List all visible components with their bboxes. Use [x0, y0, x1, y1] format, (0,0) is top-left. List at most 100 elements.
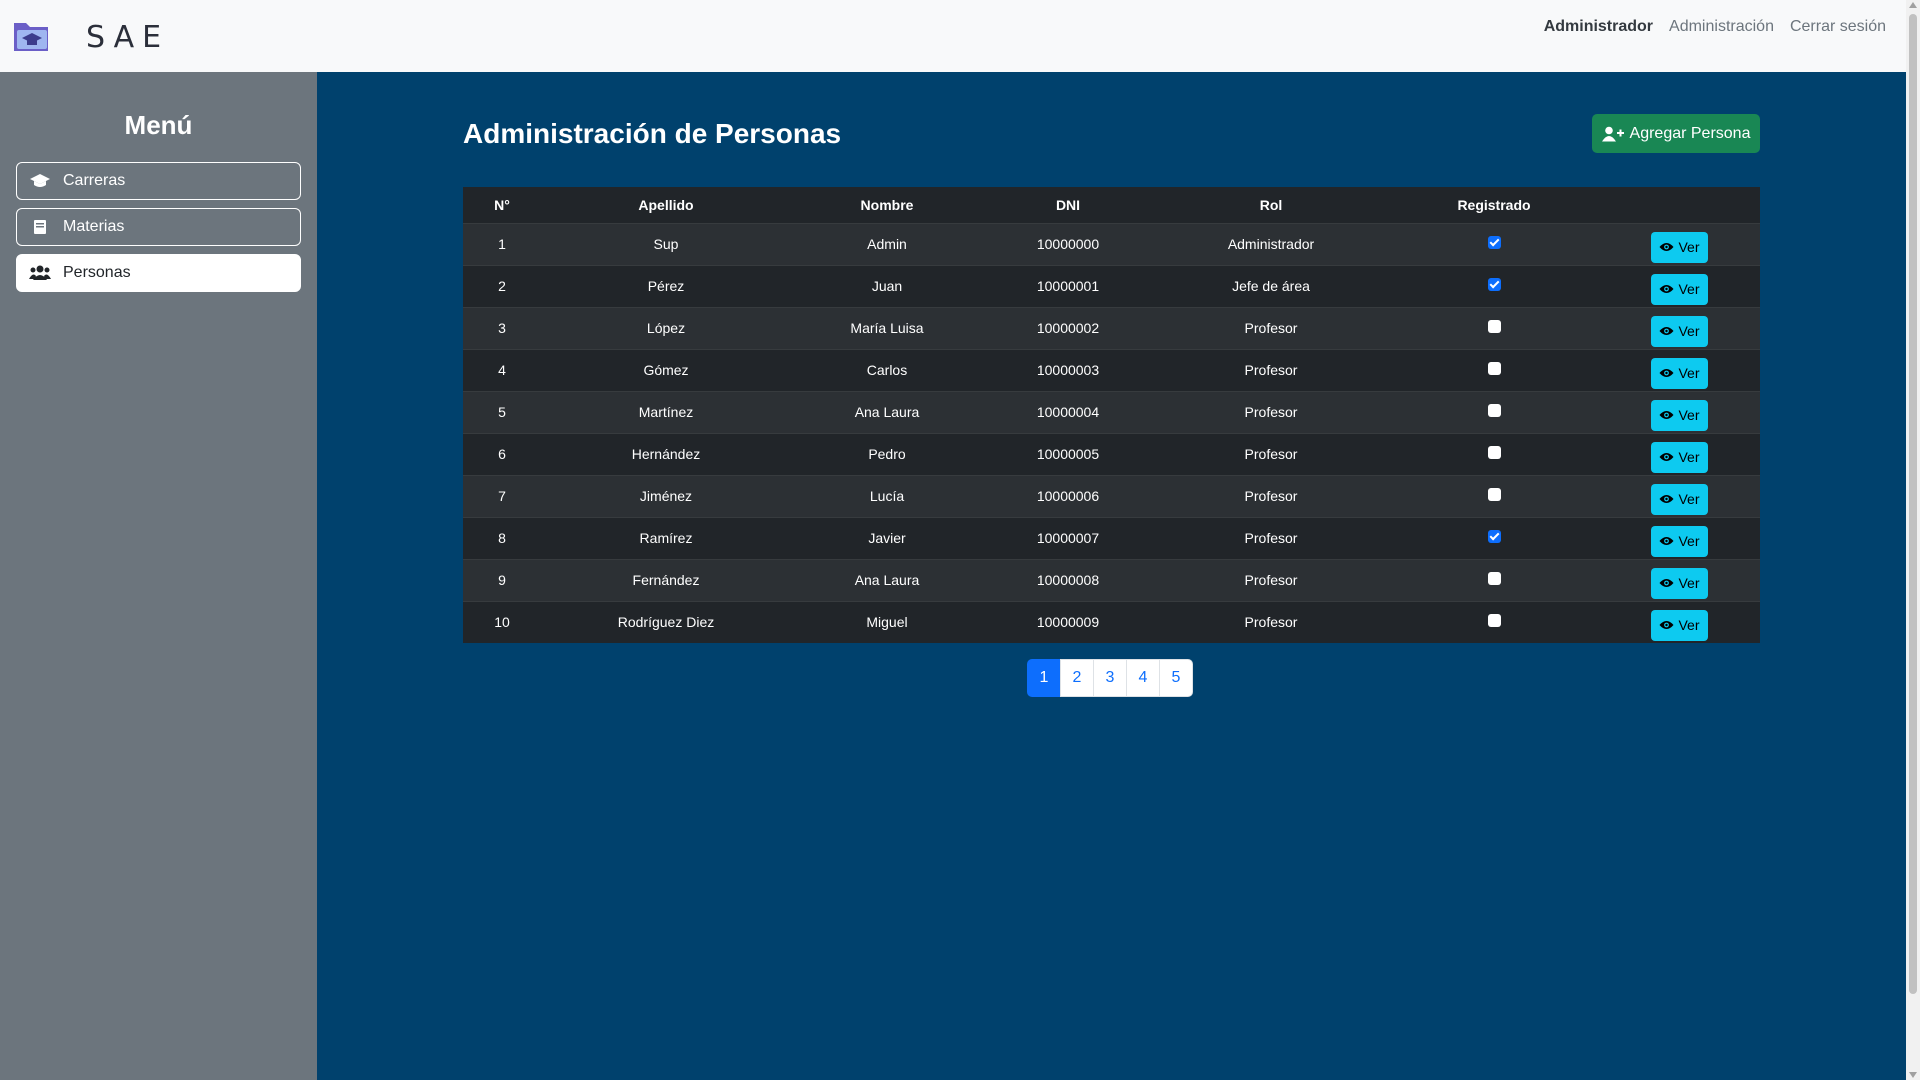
cell-nombre: Carlos [791, 348, 983, 391]
cell-nombre: Juan [791, 264, 983, 307]
cell-registrado [1389, 516, 1599, 559]
table-row: 1 Sup Admin 10000000 Administrador Ver [463, 222, 1760, 265]
view-button-label: Ver [1678, 323, 1700, 339]
cell-registrado [1389, 348, 1599, 391]
cell-rol: Administrador [1153, 222, 1389, 265]
registrado-checkbox[interactable] [1487, 529, 1501, 543]
registrado-checkbox[interactable] [1487, 277, 1501, 291]
cell-registrado [1389, 474, 1599, 517]
cell-apellido: Gómez [541, 348, 791, 391]
column-header-nombre: Nombre [791, 187, 983, 223]
registrado-checkbox[interactable] [1487, 487, 1501, 501]
view-button[interactable]: Ver [1651, 315, 1708, 347]
nav-link-administracion[interactable]: Administración [1669, 18, 1774, 36]
page-link-4[interactable]: 4 [1126, 659, 1160, 697]
cell-dni: 10000005 [983, 432, 1153, 475]
cell-rol: Profesor [1153, 306, 1389, 349]
cell-nombre: Ana Laura [791, 558, 983, 601]
cell-registrado [1389, 558, 1599, 601]
cell-number: 8 [463, 516, 541, 559]
view-button-label: Ver [1678, 239, 1700, 255]
view-button[interactable]: Ver [1651, 231, 1708, 263]
cell-number: 9 [463, 558, 541, 601]
registrado-checkbox[interactable] [1487, 445, 1501, 459]
nav-link-administrador[interactable]: Administrador [1544, 18, 1653, 36]
scrollbar-thumb[interactable] [1909, 14, 1917, 994]
view-button-label: Ver [1678, 407, 1700, 423]
brand-name[interactable]: SAE [86, 20, 169, 55]
eye-icon [1659, 411, 1674, 419]
registrado-checkbox[interactable] [1487, 235, 1501, 249]
view-button[interactable]: Ver [1651, 483, 1708, 515]
column-header-actions [1599, 187, 1760, 223]
eye-icon [1659, 243, 1674, 251]
sidebar-title: Menú [124, 110, 193, 140]
cell-rol: Profesor [1153, 432, 1389, 475]
view-button-label: Ver [1678, 617, 1700, 634]
cell-nombre: Lucía [791, 474, 983, 517]
cell-actions: Ver [1599, 306, 1760, 349]
cell-rol: Profesor [1153, 390, 1389, 433]
registrado-checkbox[interactable] [1487, 614, 1501, 628]
cell-nombre: Pedro [791, 432, 983, 475]
scroll-down-arrow-icon[interactable] [1909, 1072, 1917, 1078]
cell-dni: 10000003 [983, 348, 1153, 391]
view-button-label: Ver [1678, 575, 1700, 591]
cell-registrado [1389, 600, 1599, 643]
folder-graduation-logo-icon[interactable] [12, 19, 52, 53]
cell-rol: Profesor [1153, 474, 1389, 517]
cell-number: 10 [463, 600, 541, 643]
pagination: 12345 [1027, 659, 1193, 697]
eye-icon [1659, 285, 1674, 293]
registrado-checkbox[interactable] [1487, 319, 1501, 333]
page-link-3[interactable]: 3 [1093, 659, 1127, 697]
column-header-rol: Rol [1153, 187, 1389, 223]
page-link-1[interactable]: 1 [1027, 659, 1061, 697]
page-link-2[interactable]: 2 [1060, 659, 1094, 697]
registrado-checkbox[interactable] [1487, 403, 1501, 417]
nav-links: Administrador Administración Cerrar sesi… [1544, 18, 1886, 36]
view-button-label: Ver [1678, 281, 1700, 297]
view-button[interactable]: Ver [1651, 273, 1708, 305]
graduation-cap-icon [29, 173, 51, 189]
sidebar-item-carreras[interactable]: Carreras [16, 162, 301, 200]
cell-number: 7 [463, 474, 541, 517]
persons-table: N° Apellido Nombre DNI Rol Registrado 1S… [463, 187, 1760, 643]
page-link-5[interactable]: 5 [1159, 659, 1193, 697]
cell-rol: Jefe de área [1153, 264, 1389, 307]
cell-apellido: Martínez [541, 390, 791, 433]
registrado-checkbox[interactable] [1487, 571, 1501, 585]
cell-apellido: Rodríguez Diez [541, 600, 791, 643]
table-row: 2 Pérez Juan 10000001 Jefe de área Ver [463, 264, 1760, 307]
cell-rol: Profesor [1153, 558, 1389, 601]
eye-icon [1659, 537, 1674, 545]
cell-dni: 10000008 [983, 558, 1153, 601]
sidebar-item-materias[interactable]: Materias [16, 208, 301, 246]
cell-dni: 10000007 [983, 516, 1153, 559]
sidebar-item-personas[interactable]: Personas [16, 254, 301, 292]
table-row: 3 López María Luisa 10000002 Profesor Ver [463, 306, 1760, 349]
cell-dni: 10000006 [983, 474, 1153, 517]
cell-number: 3 [463, 306, 541, 349]
table-header-row: N° Apellido Nombre DNI Rol Registrado [463, 187, 1760, 223]
view-button[interactable]: Ver [1651, 525, 1708, 557]
table-row: 6 Hernández Pedro 10000005 Profesor Ver [463, 432, 1760, 475]
view-button[interactable]: Ver [1651, 441, 1708, 473]
cell-number: 4 [463, 348, 541, 391]
column-header-registrado: Registrado [1389, 187, 1599, 223]
nav-link-cerrar-sesion[interactable]: Cerrar sesión [1790, 18, 1886, 36]
view-button[interactable]: Ver [1651, 609, 1708, 641]
cell-number: 5 [463, 390, 541, 433]
view-button[interactable]: Ver [1651, 357, 1708, 389]
view-button[interactable]: Ver [1651, 399, 1708, 431]
eye-icon [1659, 495, 1674, 503]
scroll-up-arrow-icon[interactable] [1909, 2, 1917, 8]
add-person-button[interactable]: Agregar Persona [1592, 114, 1760, 153]
view-button[interactable]: Ver [1651, 567, 1708, 599]
cell-actions: Ver [1599, 222, 1760, 265]
cell-dni: 10000000 [983, 222, 1153, 265]
cell-apellido: Jiménez [541, 474, 791, 517]
vertical-scrollbar[interactable] [1906, 0, 1920, 1080]
registrado-checkbox[interactable] [1487, 361, 1501, 375]
column-header-number: N° [463, 187, 541, 223]
